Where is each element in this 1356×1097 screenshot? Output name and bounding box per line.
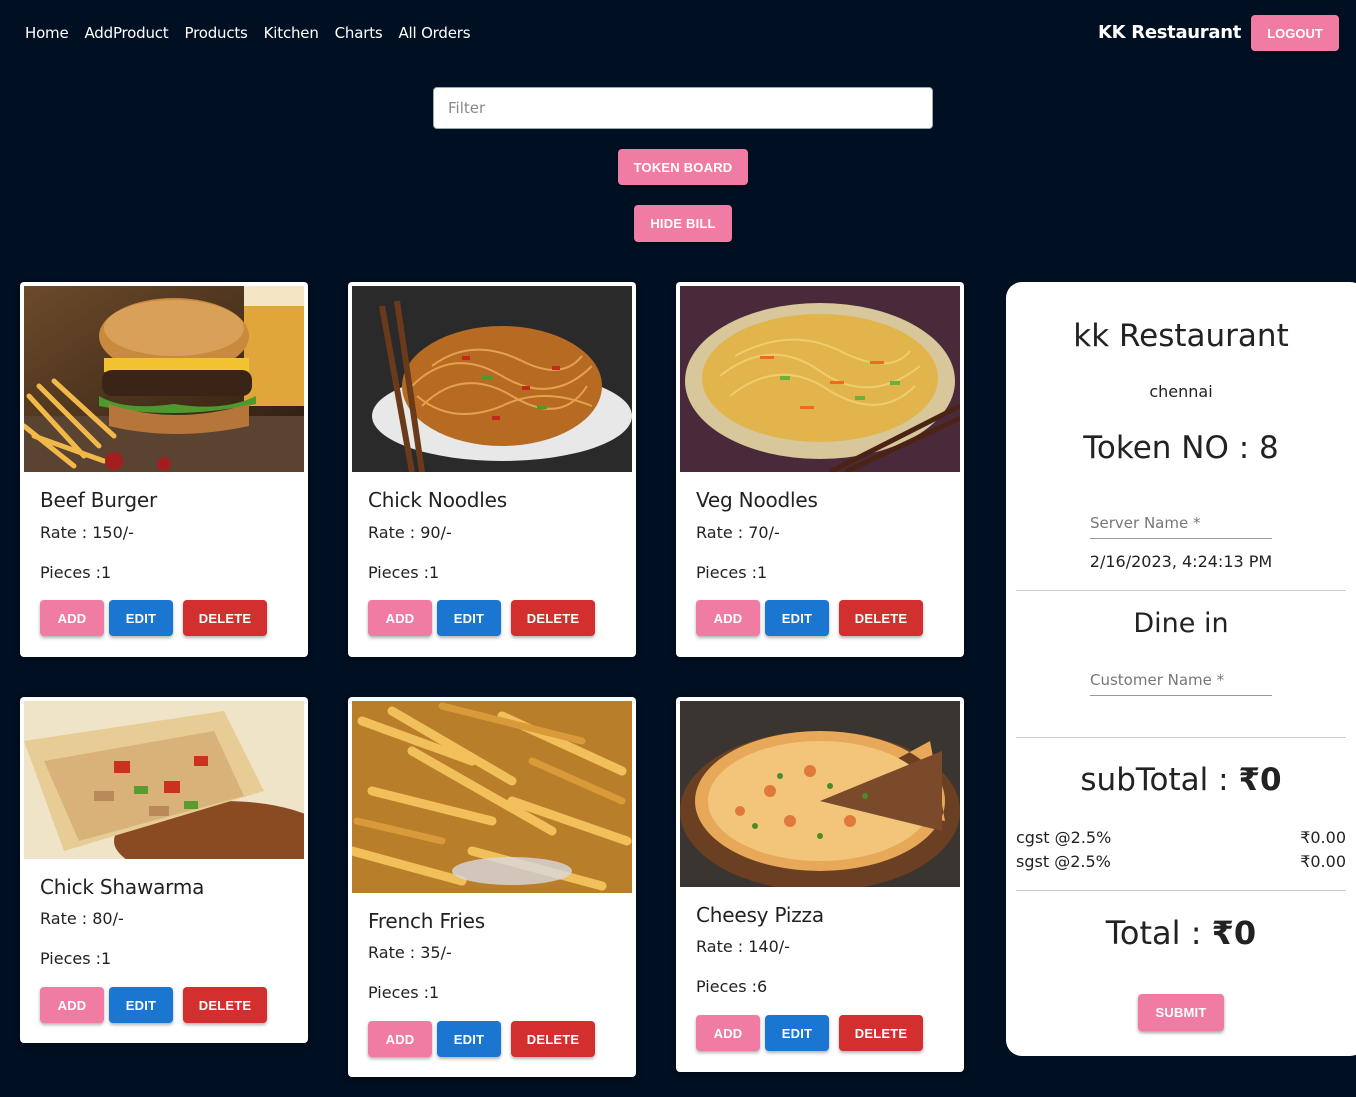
product-card-chick-shawarma: Chick Shawarma Rate : 80/- Pieces :1 ADD… [20, 697, 308, 1043]
nav-charts-link[interactable]: Charts [335, 24, 383, 42]
product-pieces: Pieces :1 [368, 983, 440, 1002]
veg-noodles-image [680, 286, 960, 472]
nav-links: Home AddProduct Products Kitchen Charts … [25, 24, 471, 42]
product-pieces: Pieces :1 [696, 563, 768, 582]
bill-city: chennai [1149, 382, 1213, 401]
filter-input[interactable] [433, 87, 933, 129]
product-card-veg-noodles: Veg Noodles Rate : 70/- Pieces :1 ADD ED… [676, 282, 964, 657]
edit-button[interactable]: EDIT [437, 1021, 501, 1057]
cgst-value: ₹0.00 [1300, 828, 1346, 847]
product-card-beef-burger: Beef Burger Rate : 150/- Pieces :1 ADD E… [20, 282, 308, 657]
fries-image [352, 701, 632, 893]
delete-button[interactable]: DELETE [183, 987, 267, 1023]
burger-image [24, 286, 304, 472]
total-label: Total : [1105, 914, 1212, 952]
subtotal-label: subTotal : [1080, 762, 1239, 798]
pizza-image [680, 701, 960, 887]
delete-button[interactable]: DELETE [511, 1021, 595, 1057]
logout-button[interactable]: LOGOUT [1251, 15, 1339, 51]
product-name: French Fries [368, 909, 485, 933]
product-card-french-fries: French Fries Rate : 35/- Pieces :1 ADD E… [348, 697, 636, 1077]
noodles-image [352, 286, 632, 472]
edit-button[interactable]: EDIT [765, 600, 829, 636]
divider [1016, 590, 1346, 591]
product-pieces: Pieces :1 [368, 563, 440, 582]
add-button[interactable]: ADD [696, 1015, 760, 1051]
bill-restaurant-name: kk Restaurant [1073, 318, 1289, 354]
product-card-chick-noodles: Chick Noodles Rate : 90/- Pieces :1 ADD … [348, 282, 636, 657]
product-name: Chick Noodles [368, 488, 507, 512]
add-button[interactable]: ADD [696, 600, 760, 636]
customer-name-input[interactable] [1090, 671, 1272, 689]
product-name: Veg Noodles [696, 488, 818, 512]
cgst-label: cgst @2.5% [1016, 828, 1112, 847]
sgst-row: sgst @2.5% ₹0.00 [1016, 852, 1346, 871]
product-pieces: Pieces :1 [40, 949, 112, 968]
add-button[interactable]: ADD [368, 1021, 432, 1057]
subtotal: subTotal : ₹0 [1006, 762, 1356, 798]
cgst-row: cgst @2.5% ₹0.00 [1016, 828, 1346, 847]
product-name: Chick Shawarma [40, 875, 205, 899]
total: Total : ₹0 [1006, 914, 1356, 952]
delete-button[interactable]: DELETE [511, 600, 595, 636]
sgst-label: sgst @2.5% [1016, 852, 1111, 871]
top-nav: Home AddProduct Products Kitchen Charts … [0, 0, 1356, 66]
product-rate: Rate : 90/- [368, 523, 452, 542]
product-rate: Rate : 35/- [368, 943, 452, 962]
nav-products-link[interactable]: Products [185, 24, 248, 42]
order-type: Dine in [1133, 608, 1229, 639]
submit-button[interactable]: SUBMIT [1138, 994, 1224, 1031]
product-name: Beef Burger [40, 488, 158, 512]
sgst-value: ₹0.00 [1300, 852, 1346, 871]
add-button[interactable]: ADD [40, 987, 104, 1023]
product-rate: Rate : 140/- [696, 937, 790, 956]
divider [1016, 890, 1346, 891]
nav-addproduct-link[interactable]: AddProduct [85, 24, 169, 42]
token-board-button[interactable]: TOKEN BOARD [618, 149, 748, 185]
total-value: ₹0 [1211, 914, 1257, 952]
product-pieces: Pieces :1 [40, 563, 112, 582]
shawarma-image [24, 701, 304, 859]
customer-name-field [1090, 671, 1272, 696]
nav-all-orders-link[interactable]: All Orders [399, 24, 471, 42]
product-pieces: Pieces :6 [696, 977, 768, 996]
server-name-input[interactable] [1090, 514, 1272, 532]
product-rate: Rate : 70/- [696, 523, 780, 542]
product-card-cheesy-pizza: Cheesy Pizza Rate : 140/- Pieces :6 ADD … [676, 697, 964, 1072]
bill-datetime: 2/16/2023, 4:24:13 PM [1089, 552, 1273, 571]
brand-title: KK Restaurant [1098, 22, 1242, 43]
nav-kitchen-link[interactable]: Kitchen [264, 24, 319, 42]
hide-bill-button[interactable]: HIDE BILL [634, 205, 732, 242]
subtotal-value: ₹0 [1238, 762, 1282, 798]
bill-panel: kk Restaurant chennai Token NO : 8 2/16/… [1006, 282, 1356, 1056]
product-rate: Rate : 150/- [40, 523, 134, 542]
nav-home-link[interactable]: Home [25, 24, 69, 42]
bill-token-number: Token NO : 8 [1083, 430, 1279, 466]
divider [1016, 737, 1346, 738]
edit-button[interactable]: EDIT [109, 600, 173, 636]
delete-button[interactable]: DELETE [839, 600, 923, 636]
edit-button[interactable]: EDIT [437, 600, 501, 636]
delete-button[interactable]: DELETE [839, 1015, 923, 1051]
add-button[interactable]: ADD [368, 600, 432, 636]
add-button[interactable]: ADD [40, 600, 104, 636]
product-name: Cheesy Pizza [696, 903, 824, 927]
delete-button[interactable]: DELETE [183, 600, 267, 636]
product-rate: Rate : 80/- [40, 909, 124, 928]
edit-button[interactable]: EDIT [765, 1015, 829, 1051]
server-name-field [1090, 514, 1272, 539]
edit-button[interactable]: EDIT [109, 987, 173, 1023]
